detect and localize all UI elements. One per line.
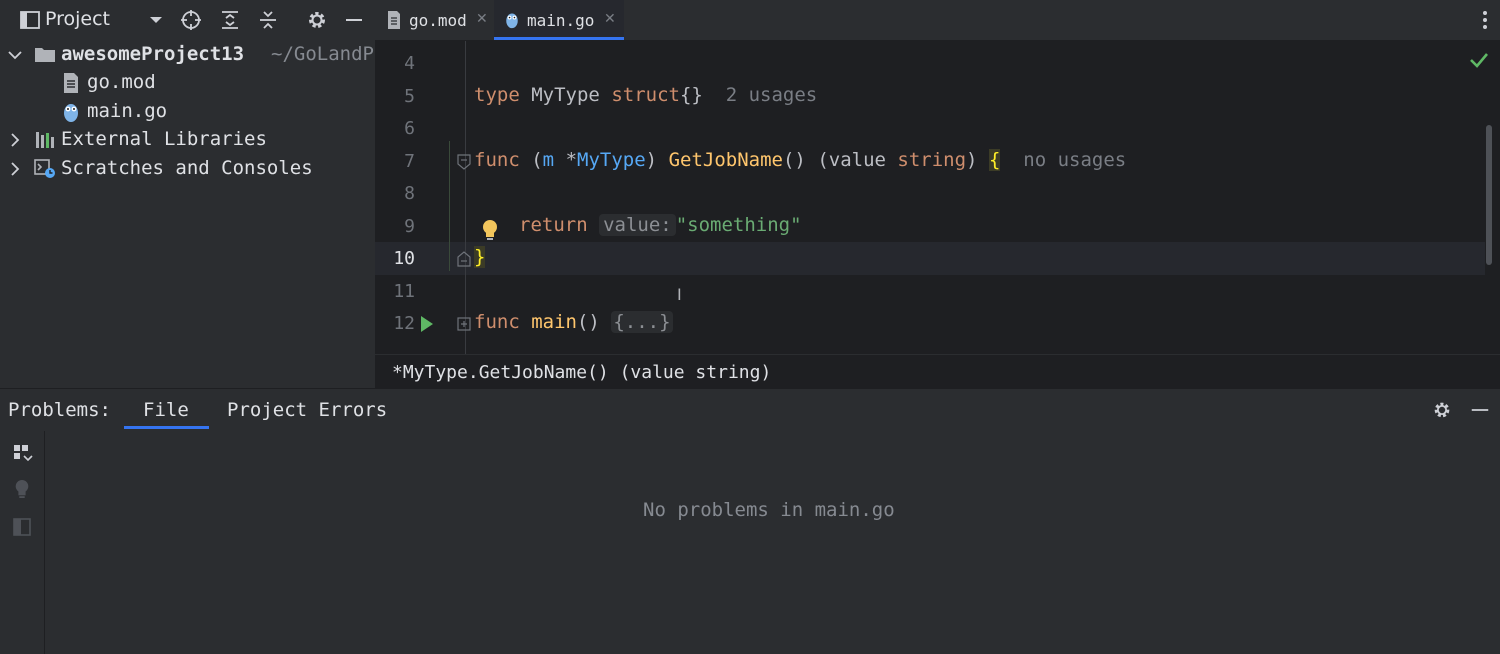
line-number: 5 [404, 86, 415, 107]
minimize-icon[interactable] [1469, 399, 1491, 421]
folder-icon [34, 44, 56, 66]
line-number-current: 10 [393, 248, 415, 269]
folded-block[interactable]: {...} [611, 311, 673, 333]
project-panel-title[interactable]: Project [45, 8, 110, 30]
lightbulb-icon[interactable] [480, 219, 500, 241]
problems-toolbar [0, 431, 45, 654]
line-number: 6 [404, 118, 415, 139]
project-panel-header: Project [0, 0, 375, 40]
active-tab-indicator [494, 37, 624, 40]
scratches-icon [34, 158, 56, 180]
lightbulb-icon[interactable] [13, 478, 31, 500]
project-panel: Project awesomeProject13 ~/GoLandP go.mo… [0, 0, 375, 388]
minimize-icon[interactable] [342, 8, 366, 32]
tree-item-project-root[interactable]: awesomeProject13 ~/GoLandP [0, 42, 375, 70]
locate-icon[interactable] [179, 8, 203, 32]
code-line-10: } [474, 246, 486, 268]
preview-panel-icon[interactable] [13, 518, 31, 536]
tab-file[interactable]: File [143, 399, 189, 421]
problems-title: Problems: [8, 399, 111, 421]
chevron-down-icon[interactable] [144, 8, 168, 32]
problems-panel: Problems: File Project Errors No problem… [0, 388, 1500, 654]
file-icon [385, 10, 403, 30]
tab-go-mod[interactable]: go.mod ✕ [375, 0, 494, 40]
tree-item-go-mod[interactable]: go.mod [0, 70, 375, 98]
line-number: 4 [404, 53, 415, 74]
code-line-7: func (m *MyType) GetJobName() (value str… [474, 149, 1127, 171]
line-number: 7 [404, 151, 415, 172]
breadcrumb[interactable]: *MyType.GetJobName() (value string) [392, 362, 771, 383]
close-icon[interactable]: ✕ [604, 11, 616, 27]
library-icon [34, 129, 56, 151]
code-line-12: func main() {...} [474, 311, 673, 333]
tree-item-label: Scratches and Consoles [61, 157, 313, 179]
group-by-icon[interactable] [12, 443, 34, 465]
tab-main-go[interactable]: main.go ✕ [494, 0, 624, 40]
check-icon[interactable] [1469, 51, 1489, 69]
fold-marker-icon[interactable] [457, 154, 471, 170]
tree-item-label: External Libraries [61, 128, 267, 150]
more-options-icon[interactable] [1480, 9, 1490, 31]
tree-item-label: main.go [87, 100, 168, 122]
line-number: 11 [393, 281, 415, 302]
expand-all-icon[interactable] [218, 8, 242, 32]
gear-icon[interactable] [305, 8, 329, 32]
code-line-9: return value: "something" [519, 214, 802, 236]
change-marker [449, 141, 450, 271]
tab-label: go.mod [409, 11, 467, 30]
code-editor[interactable]: 4 5 6 7 8 9 10 11 12 type MyType struct{… [375, 41, 1500, 354]
line-number: 8 [404, 183, 415, 204]
chevron-down-icon[interactable] [7, 44, 23, 66]
tree-item-label: go.mod [87, 71, 156, 93]
gutter-divider [465, 41, 466, 354]
project-view-icon[interactable] [18, 8, 42, 32]
chevron-right-icon[interactable] [7, 158, 23, 180]
empty-state-message: No problems in main.go [643, 499, 895, 521]
parameter-hint: value: [599, 214, 676, 236]
editor-tab-bar: go.mod ✕ main.go ✕ [375, 0, 1500, 41]
close-icon[interactable]: ✕ [476, 11, 488, 27]
tree-item-path-hint: ~/GoLandP [271, 43, 374, 65]
usages-hint[interactable]: 2 usages [726, 84, 818, 106]
code-line-5: type MyType struct{} 2 usages [474, 84, 818, 106]
chevron-right-icon[interactable] [7, 129, 23, 151]
mouse-text-cursor-icon: I [677, 285, 682, 304]
tree-item-main-go[interactable]: main.go [0, 99, 375, 127]
gopher-icon [503, 10, 521, 30]
breadcrumb-bar: *MyType.GetJobName() (value string) [375, 354, 1500, 389]
tree-item-label: awesomeProject13 [61, 43, 245, 65]
fold-expand-icon[interactable] [457, 317, 471, 331]
file-icon [60, 72, 82, 94]
run-icon[interactable] [420, 315, 434, 333]
tab-project-errors[interactable]: Project Errors [227, 399, 387, 421]
editor-scrollbar[interactable] [1486, 125, 1492, 265]
line-number: 12 [393, 313, 415, 334]
current-line-highlight [375, 242, 1485, 275]
collapse-all-icon[interactable] [256, 8, 280, 32]
gopher-icon [60, 101, 82, 123]
line-number: 9 [404, 216, 415, 237]
tab-label: main.go [527, 11, 595, 30]
usages-hint[interactable]: no usages [1023, 149, 1126, 171]
gear-icon[interactable] [1431, 399, 1453, 421]
fold-end-marker-icon[interactable] [457, 251, 471, 267]
tree-item-external-libraries[interactable]: External Libraries [0, 127, 375, 155]
active-tab-indicator [124, 426, 209, 429]
tree-item-scratches[interactable]: Scratches and Consoles [0, 156, 375, 184]
